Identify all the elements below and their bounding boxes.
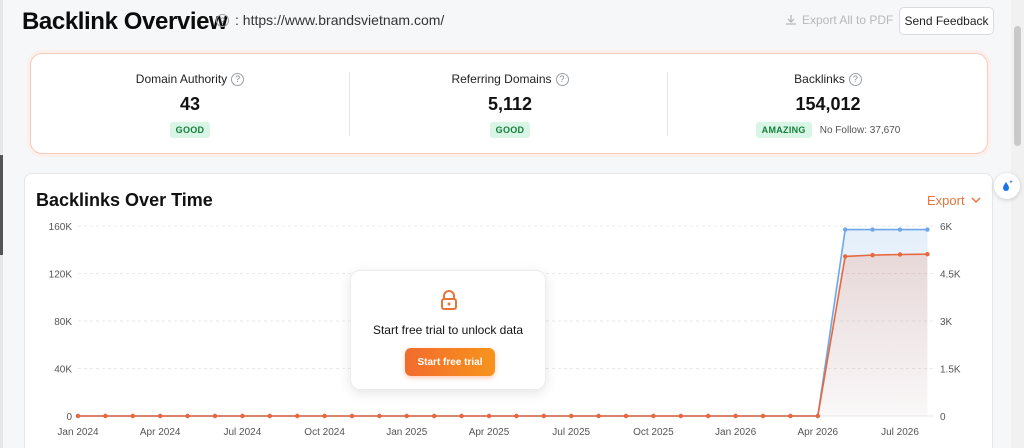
data-point bbox=[706, 413, 711, 419]
data-point bbox=[130, 413, 135, 419]
y-left-tick-label: 0 bbox=[66, 412, 72, 423]
y-right-tick-label: 6K bbox=[940, 222, 953, 233]
x-tick-label: Jan 2026 bbox=[715, 427, 757, 438]
data-point bbox=[623, 413, 629, 419]
data-point bbox=[459, 413, 464, 419]
series-area bbox=[817, 254, 928, 416]
data-point bbox=[295, 413, 300, 419]
data-point bbox=[760, 413, 766, 419]
x-tick-label: Jul 2024 bbox=[223, 427, 261, 438]
unlock-message: Start free trial to unlock data bbox=[372, 323, 524, 337]
data-point bbox=[651, 413, 656, 419]
data-point bbox=[843, 254, 848, 259]
data-point bbox=[486, 413, 492, 419]
y-left-tick-label: 80K bbox=[54, 317, 72, 328]
data-point bbox=[733, 413, 738, 419]
data-point bbox=[322, 413, 327, 419]
x-tick-label: Jan 2024 bbox=[57, 427, 99, 438]
x-tick-label: Jul 2026 bbox=[881, 427, 919, 438]
scrollbar-thumb[interactable] bbox=[1014, 26, 1021, 146]
drop-sparkle-icon bbox=[1003, 180, 1013, 191]
x-tick-label: Jan 2025 bbox=[386, 427, 428, 438]
y-left-tick-label: 160K bbox=[49, 222, 73, 233]
data-point bbox=[788, 413, 793, 419]
lock-icon bbox=[441, 290, 457, 310]
data-point bbox=[75, 413, 81, 419]
data-point bbox=[569, 413, 574, 419]
data-point bbox=[897, 227, 903, 232]
y-right-tick-label: 1.5K bbox=[940, 365, 961, 376]
data-point bbox=[212, 413, 218, 419]
data-point bbox=[925, 251, 930, 257]
data-point bbox=[514, 413, 519, 419]
x-tick-label: Oct 2024 bbox=[304, 427, 345, 438]
x-tick-label: Apr 2026 bbox=[798, 427, 839, 438]
data-point bbox=[596, 413, 601, 419]
unlock-overlay: Start free trial to unlock data Start fr… bbox=[350, 270, 546, 390]
y-left-tick-label: 120K bbox=[49, 270, 73, 281]
y-left-tick-label: 40K bbox=[54, 365, 72, 376]
data-point bbox=[678, 413, 683, 419]
y-right-tick-label: 3K bbox=[940, 317, 953, 328]
data-point bbox=[541, 413, 546, 419]
data-point bbox=[843, 227, 848, 232]
data-point bbox=[240, 413, 245, 419]
data-point bbox=[158, 413, 163, 419]
data-point bbox=[870, 252, 875, 258]
data-point bbox=[432, 413, 437, 419]
assistant-float-button[interactable] bbox=[994, 173, 1020, 199]
data-point bbox=[404, 413, 409, 419]
start-free-trial-button[interactable]: Start free trial bbox=[405, 348, 495, 376]
y-right-tick-label: 0 bbox=[940, 412, 946, 423]
data-point bbox=[870, 227, 875, 232]
y-right-tick-label: 4.5K bbox=[940, 270, 961, 281]
data-point bbox=[815, 413, 820, 419]
x-tick-label: Apr 2024 bbox=[140, 427, 181, 438]
scrollbar[interactable] bbox=[1011, 0, 1024, 448]
data-point bbox=[349, 413, 355, 419]
data-point bbox=[185, 413, 190, 419]
data-point bbox=[897, 252, 903, 257]
x-tick-label: Apr 2025 bbox=[469, 427, 510, 438]
data-point bbox=[377, 413, 382, 419]
x-tick-label: Jul 2025 bbox=[552, 427, 590, 438]
x-tick-label: Oct 2025 bbox=[633, 427, 674, 438]
data-point bbox=[267, 413, 272, 419]
data-point bbox=[925, 227, 930, 232]
data-point bbox=[103, 413, 108, 419]
